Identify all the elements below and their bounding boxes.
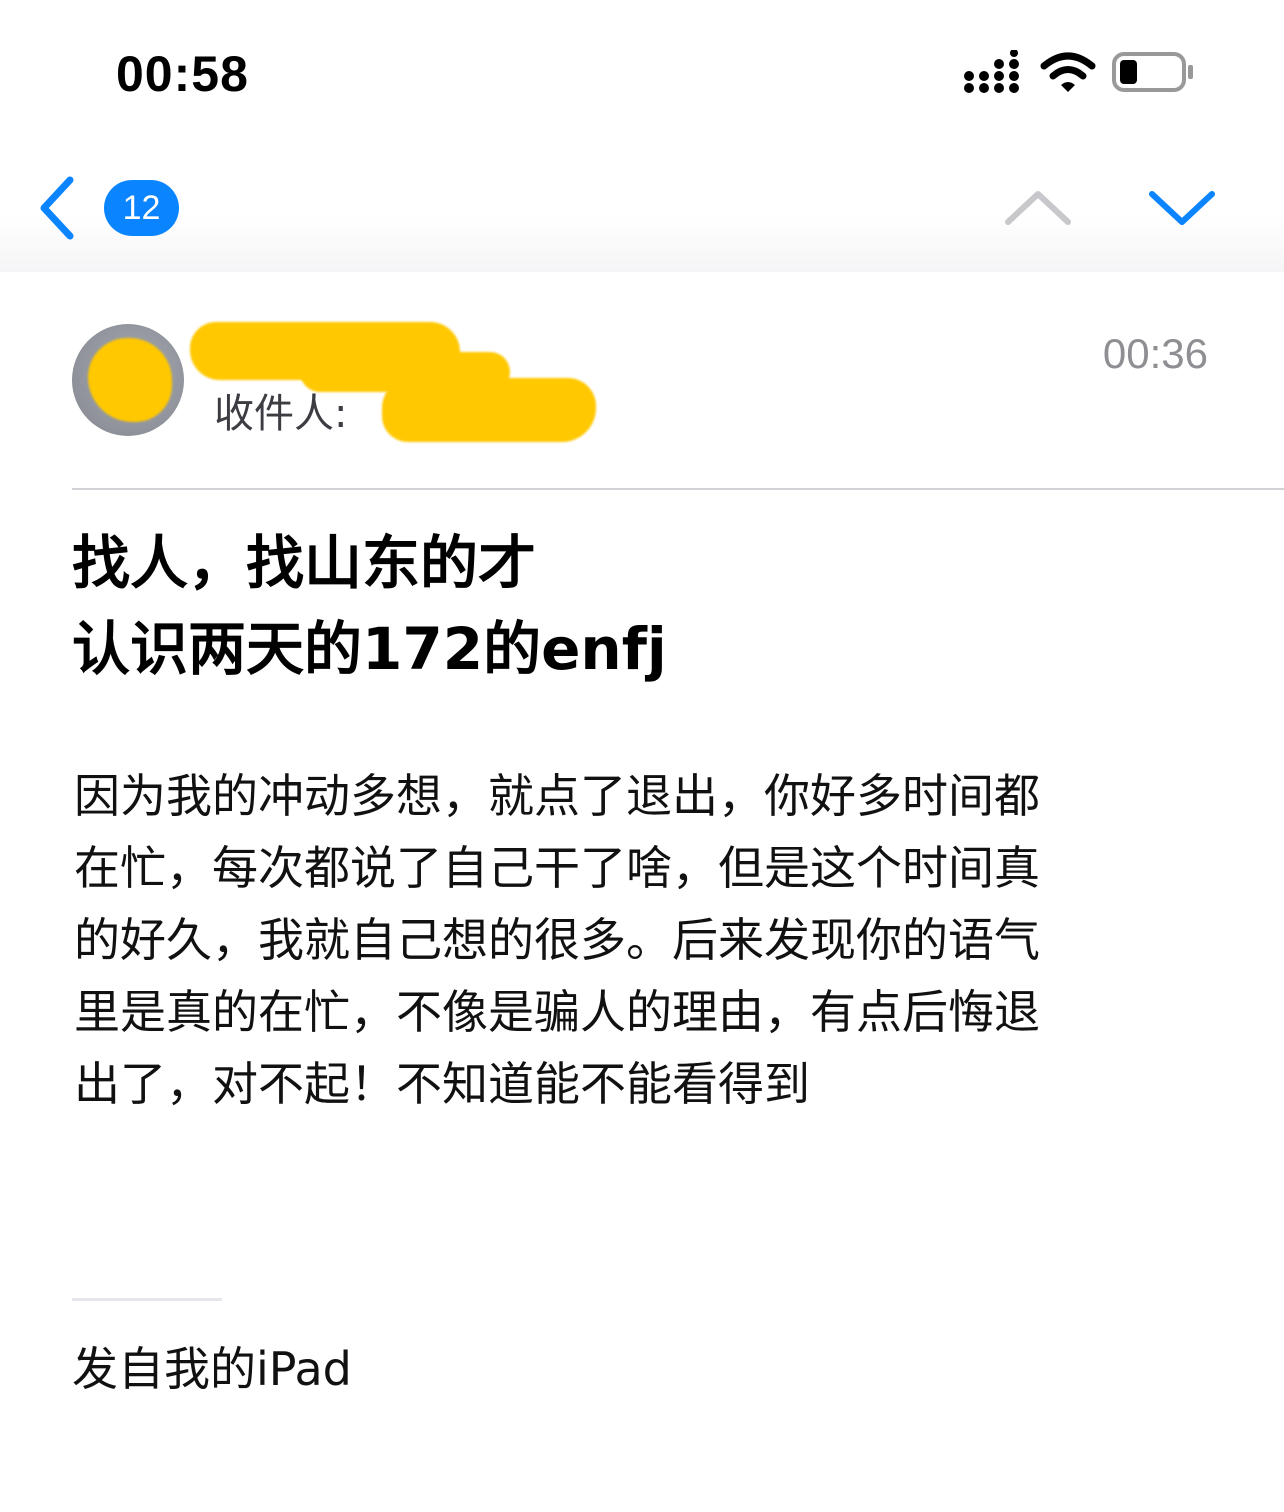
mail-nav-bar: 12	[0, 130, 1284, 272]
chevron-up-icon[interactable]	[1002, 182, 1074, 234]
unread-count-badge[interactable]: 12	[104, 180, 179, 236]
subject-line: 认识两天的172的enfj	[72, 615, 667, 683]
body-line: 出了，对不起！不知道能不能看得到	[74, 1057, 810, 1111]
battery-icon	[1112, 52, 1193, 92]
body-line: 的好久，我就自己想的很多。后来发现你的语气	[74, 913, 1040, 967]
body-line: 里是真的在忙，不像是骗人的理由，有点后悔退	[74, 985, 1040, 1039]
message-subject: 找人，找山东的才 认识两天的172的enfj	[72, 520, 1212, 692]
recipient-redaction	[382, 378, 596, 442]
message-body[interactable]: 因为我的冲动多想，就点了退出，你好多时间都 在忙，每次都说了自己干了啥，但是这个…	[74, 760, 1174, 1120]
recipient-label: 收件人:	[214, 391, 348, 437]
status-time: 00:58	[116, 46, 249, 102]
received-time: 00:36	[1102, 330, 1208, 377]
sender-avatar[interactable]	[72, 324, 184, 436]
header-divider	[72, 488, 1284, 490]
body-line: 因为我的冲动多想，就点了退出，你好多时间都	[74, 769, 1040, 823]
avatar-redaction	[88, 338, 172, 422]
signature: 发自我的iPad	[72, 1342, 352, 1396]
signature-divider	[72, 1298, 222, 1301]
cellular-signal-icon	[964, 50, 1019, 93]
status-icons	[964, 50, 1204, 96]
chevron-left-icon[interactable]	[30, 168, 90, 248]
wifi-icon	[1040, 52, 1096, 92]
body-line: 在忙，每次都说了自己干了啥，但是这个时间真	[74, 841, 1040, 895]
chevron-down-icon[interactable]	[1146, 182, 1218, 234]
subject-line: 找人，找山东的才	[72, 529, 537, 597]
